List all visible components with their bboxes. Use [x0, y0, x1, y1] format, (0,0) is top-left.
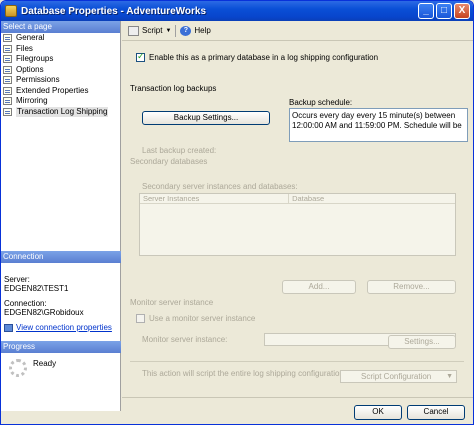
monitor-instance-label: Monitor server instance: — [142, 335, 228, 344]
database-icon — [5, 5, 17, 17]
connection-properties-icon — [4, 323, 13, 332]
backup-schedule-textbox[interactable]: Occurs every day every 15 minute(s) betw… — [289, 108, 468, 142]
script-button[interactable]: Script — [142, 26, 162, 35]
last-backup-label: Last backup created: — [142, 146, 217, 155]
progress-header: Progress — [1, 341, 121, 353]
divider — [130, 361, 464, 362]
help-button[interactable]: Help — [194, 26, 210, 35]
page-icon — [3, 44, 12, 53]
backup-schedule-label: Backup schedule: — [289, 98, 353, 107]
secondary-databases-grid[interactable]: Server Instances Database — [139, 193, 456, 256]
help-icon: ? — [180, 25, 192, 36]
page-icon — [3, 34, 12, 43]
toolbar-separator — [175, 24, 177, 37]
page-icon — [3, 65, 12, 74]
transaction-log-backups-label: Transaction log backups — [130, 84, 217, 93]
page-icon — [3, 86, 12, 95]
backup-settings-button[interactable]: Backup Settings... — [142, 111, 270, 125]
add-button[interactable]: Add... — [282, 280, 356, 294]
window-title: Database Properties - AdventureWorks — [21, 5, 207, 17]
page-icon — [3, 97, 12, 106]
minimize-button[interactable]: _ — [418, 3, 434, 19]
page-item-label: Mirroring — [16, 96, 48, 105]
monitor-server-section-label: Monitor server instance — [130, 298, 214, 307]
cancel-button[interactable]: Cancel — [407, 405, 465, 420]
page-icon — [3, 76, 12, 85]
use-monitor-label: Use a monitor server instance — [149, 314, 256, 323]
chevron-down-icon: ▼ — [446, 373, 453, 380]
script-dropdown-chevron-down-icon[interactable]: ▼ — [165, 28, 171, 34]
page-item-label: Files — [16, 43, 33, 53]
enable-primary-checkbox[interactable] — [136, 51, 145, 62]
page-icon — [3, 107, 12, 116]
progress-section: Progress Ready — [1, 341, 121, 377]
page-item-label: General — [16, 33, 45, 42]
secondary-instances-label: Secondary server instances and databases… — [142, 182, 298, 191]
title-bar[interactable]: Database Properties - AdventureWorks _ □… — [1, 1, 473, 21]
left-pane: Select a page General Files Filegroups O… — [1, 21, 121, 411]
connection-header: Connection — [1, 251, 121, 263]
ok-button[interactable]: OK — [354, 405, 402, 420]
page-item-filegroups[interactable]: Filegroups — [1, 54, 120, 65]
page-item-label: Filegroups — [16, 54, 54, 63]
secondary-databases-label: Secondary databases — [130, 157, 208, 166]
script-configuration-button[interactable]: Script Configuration ▼ — [340, 370, 457, 383]
page-item-label: Permissions — [16, 75, 60, 84]
page-list: General Files Filegroups Options Permiss… — [1, 33, 120, 117]
page-item-label: Transaction Log Shipping — [16, 106, 109, 117]
server-value: EDGEN82\TEST1 — [4, 284, 69, 293]
page-item-options[interactable]: Options — [1, 65, 120, 76]
monitor-settings-button[interactable]: Settings... — [388, 335, 456, 349]
page-item-label: Extended Properties — [16, 85, 89, 95]
connection-label: Connection: — [4, 299, 47, 308]
page-item-general[interactable]: General — [1, 33, 120, 44]
page-item-transaction-log-shipping[interactable]: Transaction Log Shipping — [1, 106, 120, 117]
main-pane: Script ▼ ? Help Enable this as a primary… — [122, 21, 473, 397]
connection-value: EDGEN82\GRobidoux — [4, 308, 84, 317]
connection-section: Connection Server: EDGEN82\TEST1 Connect… — [1, 251, 121, 332]
enable-primary-label: Enable this as a primary database in a l… — [149, 53, 379, 62]
script-configuration-label: Script Configuration — [361, 372, 432, 381]
page-icon — [3, 55, 12, 64]
script-note-label: This action will script the entire log s… — [142, 369, 347, 378]
database-properties-window: Database Properties - AdventureWorks _ □… — [0, 0, 474, 425]
page-item-files[interactable]: Files — [1, 44, 120, 55]
grid-column-server-instances[interactable]: Server Instances — [140, 194, 290, 203]
use-monitor-checkbox[interactable] — [136, 314, 145, 323]
close-button[interactable]: X — [454, 3, 470, 19]
dialog-footer: OK Cancel — [122, 397, 473, 424]
page-item-label: Options — [16, 64, 44, 74]
view-connection-properties-link[interactable]: View connection properties — [16, 323, 112, 332]
progress-status: Ready — [33, 359, 57, 368]
select-page-header: Select a page — [1, 21, 120, 33]
grid-column-database[interactable]: Database — [289, 194, 455, 203]
page-item-extended-properties[interactable]: Extended Properties — [1, 86, 120, 97]
page-item-permissions[interactable]: Permissions — [1, 75, 120, 86]
toolbar: Script ▼ ? Help — [122, 21, 473, 41]
maximize-button[interactable]: □ — [436, 3, 452, 19]
progress-spinner-icon — [9, 359, 27, 377]
page-item-mirroring[interactable]: Mirroring — [1, 96, 120, 107]
grid-header: Server Instances Database — [140, 194, 455, 204]
remove-button[interactable]: Remove... — [367, 280, 456, 294]
server-label: Server: — [4, 275, 30, 284]
script-icon — [128, 25, 139, 36]
